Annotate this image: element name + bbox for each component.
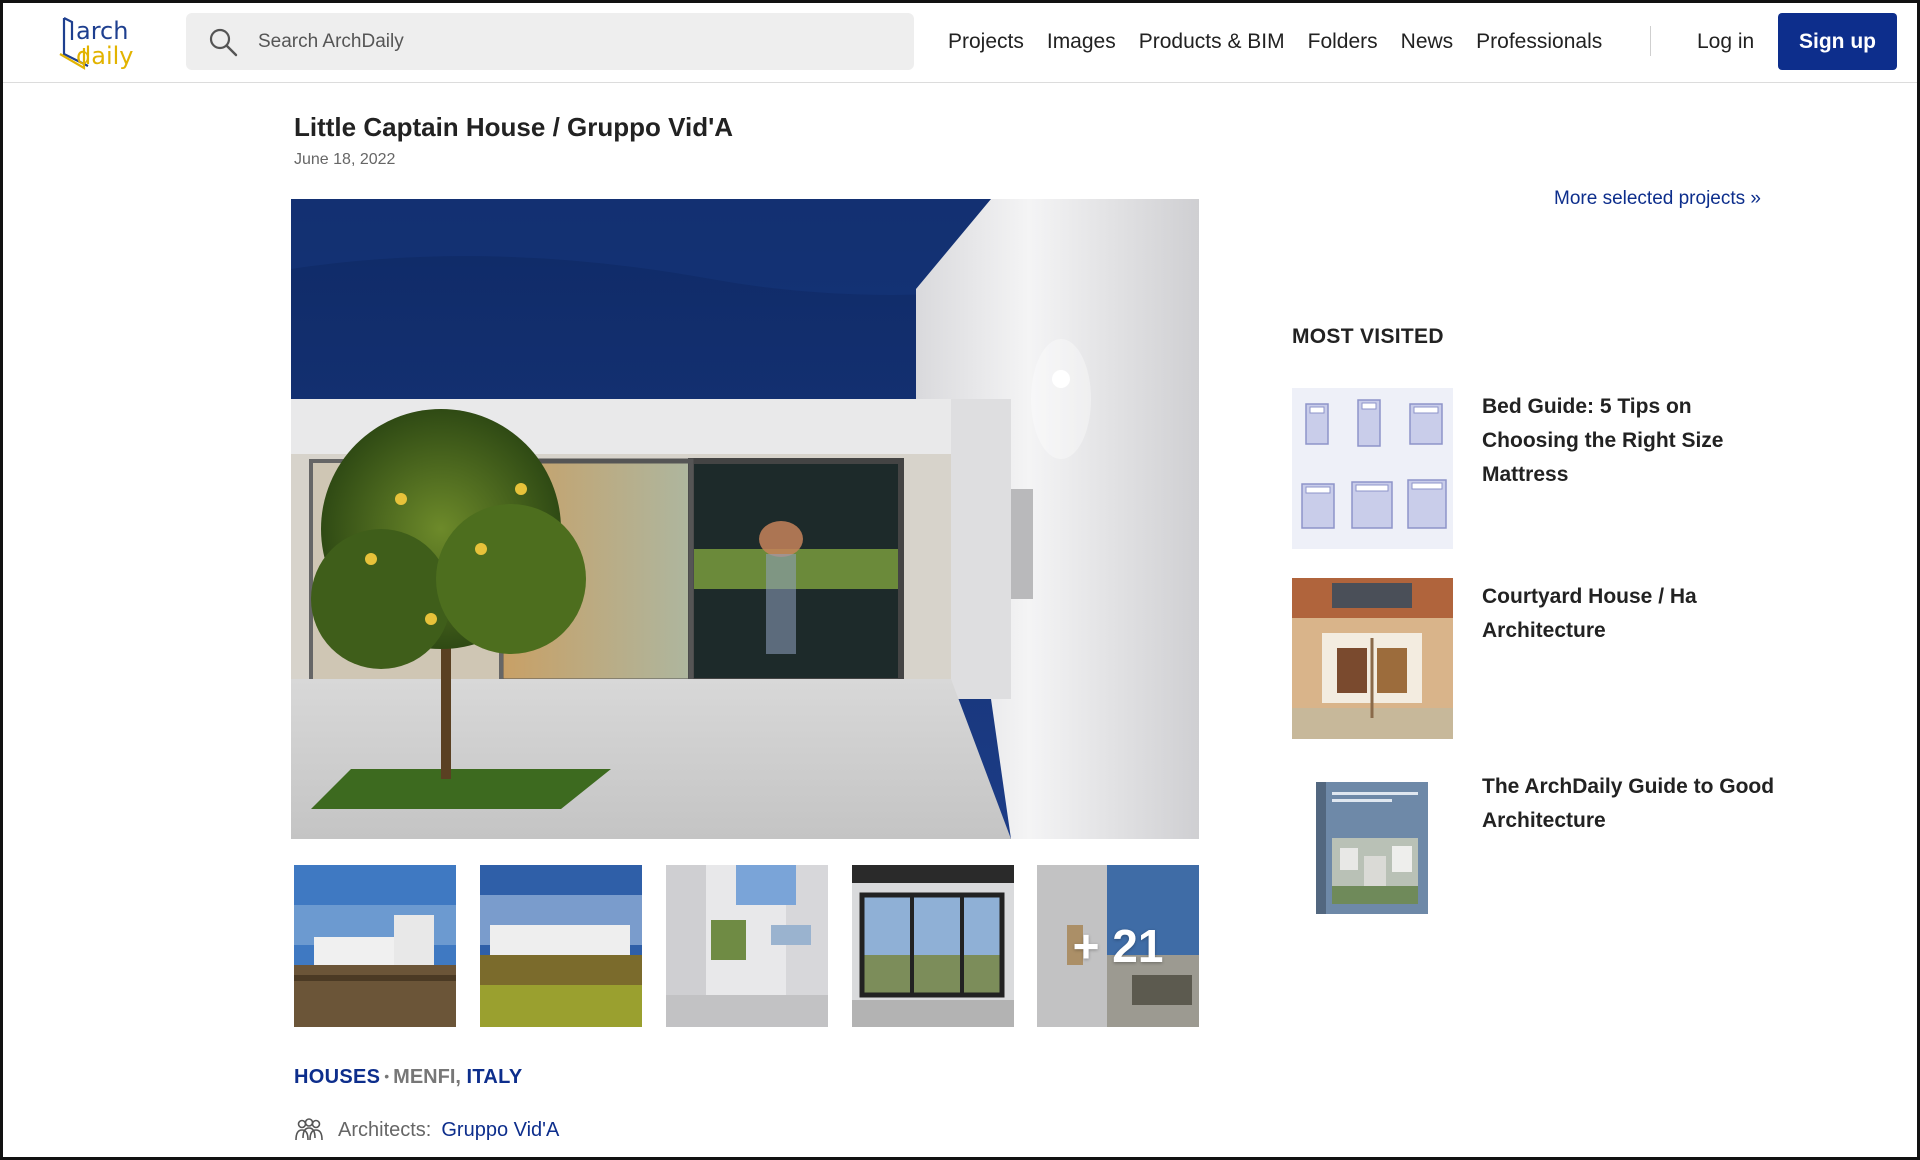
publish-date: June 18, 2022 (294, 151, 396, 168)
signup-button[interactable]: Sign up (1778, 13, 1897, 70)
most-visited-thumbnail (1292, 388, 1453, 549)
people-icon (295, 1118, 323, 1141)
search-icon[interactable] (208, 27, 238, 57)
most-visited-thumbnail (1292, 578, 1453, 739)
most-visited-item[interactable]: Courtyard House / Ha Architecture (1292, 578, 1772, 740)
bed-sizes-diagram (1292, 388, 1453, 549)
courtyard-house-photo (1292, 578, 1453, 739)
hero-image[interactable] (291, 199, 1199, 839)
thumbnail-photo (294, 865, 456, 1027)
most-visited-heading: MOST VISITED (1292, 325, 1444, 348)
nav-images[interactable]: Images (1047, 30, 1116, 54)
nav-projects[interactable]: Projects (948, 30, 1024, 54)
site-header: arch daily Projects Images Products & BI… (0, 0, 1920, 83)
nav-folders[interactable]: Folders (1308, 30, 1378, 54)
country-link[interactable]: ITALY (467, 1066, 523, 1088)
thumbnail-photo (480, 865, 642, 1027)
main-nav: Projects Images Products & BIM Folders N… (948, 0, 1625, 83)
city-label: MENFI, (393, 1066, 461, 1088)
thumbnail-strip: + 21 (294, 865, 1199, 1027)
most-visited-title: Bed Guide: 5 Tips on Choosing the Right … (1482, 395, 1724, 486)
nav-professionals[interactable]: Professionals (1476, 30, 1602, 54)
login-link[interactable]: Log in (1697, 0, 1754, 83)
gallery-thumbnail[interactable] (852, 865, 1014, 1027)
logo-word-arch: arch (76, 17, 129, 45)
nav-divider (1650, 26, 1651, 56)
thumbnail-photo (666, 865, 828, 1027)
gallery-thumbnail[interactable] (666, 865, 828, 1027)
hero-photo (291, 199, 1199, 839)
nav-news[interactable]: News (1401, 30, 1454, 54)
more-photos-count: + 21 (1037, 865, 1199, 1027)
book-cover (1292, 768, 1453, 929)
tag-separator: • (384, 1068, 390, 1084)
category-link[interactable]: HOUSES (294, 1066, 380, 1088)
logo-word-daily: daily (76, 42, 134, 70)
more-selected-projects-link[interactable]: More selected projects » (1554, 188, 1761, 210)
architects-row: Architects: Gruppo Vid'A (294, 1116, 559, 1144)
search-bar[interactable] (186, 13, 914, 70)
search-input[interactable] (258, 13, 878, 70)
archdaily-logo[interactable]: arch daily (58, 12, 158, 72)
most-visited-item[interactable]: The ArchDaily Guide to Good Architecture (1292, 768, 1774, 930)
most-visited-title: The ArchDaily Guide to Good Architecture (1482, 775, 1775, 832)
most-visited-thumbnail (1292, 768, 1453, 929)
nav-products-bim[interactable]: Products & BIM (1139, 30, 1285, 54)
most-visited-title: Courtyard House / Ha Architecture (1482, 585, 1697, 642)
gallery-thumbnail[interactable] (294, 865, 456, 1027)
architects-label: Architects: (338, 1118, 432, 1141)
architects-link[interactable]: Gruppo Vid'A (441, 1119, 559, 1142)
project-tags: HOUSES • MENFI, ITALY (294, 1066, 522, 1089)
page-title: Little Captain House / Gruppo Vid'A (294, 112, 734, 142)
most-visited-item[interactable]: Bed Guide: 5 Tips on Choosing the Right … (1292, 388, 1772, 550)
gallery-thumbnail[interactable] (480, 865, 642, 1027)
gallery-thumbnail-more[interactable]: + 21 (1037, 865, 1199, 1027)
thumbnail-photo (852, 865, 1014, 1027)
